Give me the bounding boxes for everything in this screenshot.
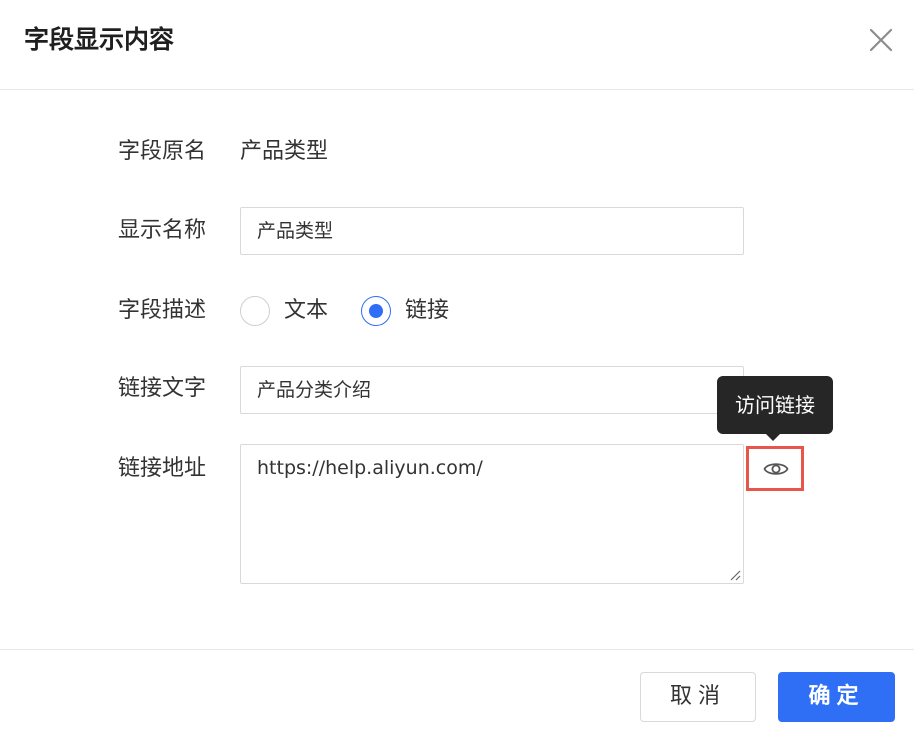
link-url-label: 链接地址 xyxy=(118,456,207,481)
radio-text-circle[interactable] xyxy=(240,296,270,326)
link-url-value: https://help.aliyun.com/ xyxy=(257,457,483,479)
dialog-header: 字段显示内容 xyxy=(0,0,914,90)
eye-icon xyxy=(763,463,789,475)
dialog-title: 字段显示内容 xyxy=(24,25,175,54)
close-icon[interactable] xyxy=(866,25,896,55)
confirm-button[interactable]: 确定 xyxy=(778,672,895,722)
radio-text-label: 文本 xyxy=(284,298,329,323)
original-name-value: 产品类型 xyxy=(240,139,329,164)
display-name-label: 显示名称 xyxy=(118,218,207,243)
resize-handle-icon[interactable] xyxy=(729,569,741,581)
tooltip-arrow xyxy=(765,433,781,441)
description-label: 字段描述 xyxy=(118,298,207,323)
dialog-footer xyxy=(0,649,914,742)
preview-link-button[interactable] xyxy=(746,446,804,491)
link-text-label: 链接文字 xyxy=(118,376,207,401)
radio-link-option[interactable]: 链接 xyxy=(361,294,461,328)
radio-text-option[interactable]: 文本 xyxy=(240,294,340,328)
radio-link-circle[interactable] xyxy=(361,296,391,326)
field-display-dialog: 字段显示内容 字段原名 产品类型 显示名称 产品类型 字段描述 文本 链接 链接… xyxy=(0,0,914,742)
cancel-button[interactable]: 取消 xyxy=(640,672,756,722)
original-name-label: 字段原名 xyxy=(118,139,207,164)
radio-link-label: 链接 xyxy=(405,298,450,323)
radio-selected-dot xyxy=(369,304,383,318)
display-name-input[interactable]: 产品类型 xyxy=(240,207,744,255)
link-url-textarea[interactable]: https://help.aliyun.com/ xyxy=(240,444,744,584)
visit-link-tooltip: 访问链接 xyxy=(717,376,833,434)
link-text-input[interactable]: 产品分类介绍 xyxy=(240,366,744,414)
